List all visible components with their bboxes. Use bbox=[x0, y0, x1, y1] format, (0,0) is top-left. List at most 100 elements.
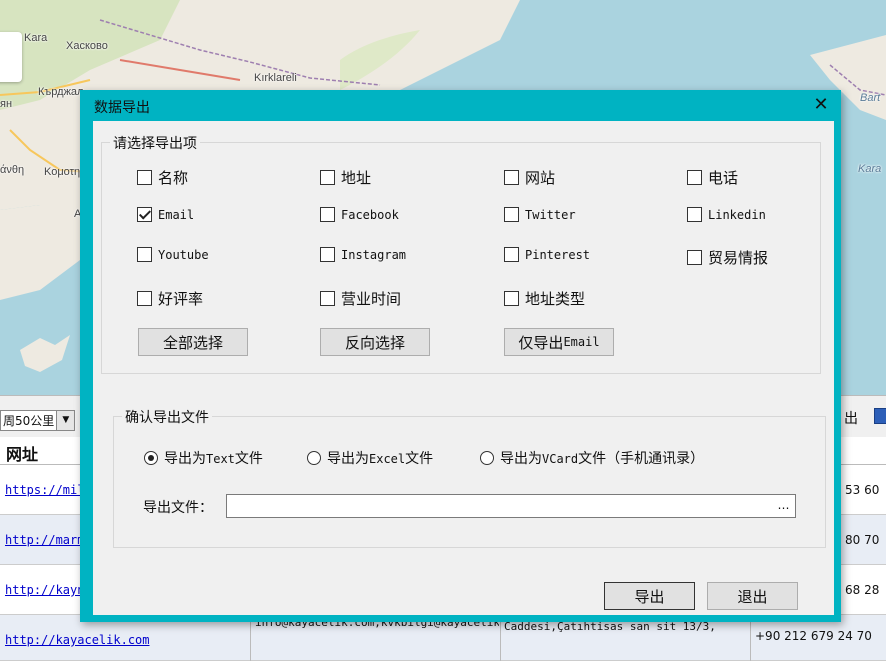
range-select[interactable]: 周50公里 ▼ bbox=[0, 410, 76, 431]
checkbox-hours[interactable]: 营业时间 bbox=[320, 288, 401, 309]
checkbox-label: Instagram bbox=[341, 247, 407, 262]
email-only-prefix: 仅导出 bbox=[518, 333, 564, 352]
dialog-title-bar[interactable]: 数据导出 ✕ bbox=[80, 90, 841, 121]
checkbox-label: Facebook bbox=[341, 207, 399, 222]
checkbox-label: 好评率 bbox=[158, 290, 204, 308]
phone-cell: 68 28 bbox=[845, 583, 880, 597]
map-label: Kırklareli bbox=[254, 72, 297, 84]
close-icon[interactable]: ✕ bbox=[807, 93, 835, 117]
invert-selection-label: 反向选择 bbox=[344, 333, 405, 352]
radio-label: 导出为Excel文件 bbox=[327, 451, 434, 467]
checkbox-box[interactable] bbox=[137, 291, 152, 306]
checkbox-rating[interactable]: 好评率 bbox=[137, 288, 203, 309]
email-cell: info@kayacelik.com,kvkbilgi@kayacelik.co… bbox=[255, 617, 499, 629]
checkbox-box[interactable] bbox=[320, 207, 335, 222]
map-control-card[interactable] bbox=[0, 32, 22, 82]
checkbox-trade-intel[interactable]: 贸易情报 bbox=[687, 247, 768, 268]
phone-cell: +90 212 679 24 70 bbox=[755, 629, 872, 643]
export-items-group: 请选择导出项 名称 地址 网站 电话 Email Facebook Twitte… bbox=[101, 133, 821, 374]
save-icon[interactable] bbox=[874, 408, 886, 424]
checkbox-box[interactable] bbox=[504, 247, 519, 262]
website-link[interactable]: https://milf bbox=[5, 483, 92, 497]
export-button[interactable]: 导出 bbox=[604, 582, 695, 610]
chevron-down-icon[interactable]: ▼ bbox=[56, 411, 75, 430]
checkbox-box[interactable] bbox=[320, 170, 335, 185]
email-only-button[interactable]: 仅导出 Email bbox=[504, 328, 614, 356]
export-dialog: 数据导出 ✕ 请选择导出项 名称 地址 网站 电话 Email Facebook… bbox=[80, 90, 841, 622]
checkbox-label: Pinterest bbox=[525, 247, 591, 262]
export-button-label: 导出 bbox=[634, 587, 665, 606]
radio-dot[interactable] bbox=[480, 451, 494, 465]
checkbox-box[interactable] bbox=[137, 247, 152, 262]
checkbox-phone[interactable]: 电话 bbox=[687, 167, 738, 188]
checkbox-label: 地址 bbox=[341, 169, 372, 187]
checkbox-label: Email bbox=[158, 207, 195, 222]
checkbox-facebook[interactable]: Facebook bbox=[320, 207, 399, 222]
checkbox-address-type[interactable]: 地址类型 bbox=[504, 288, 585, 309]
email-only-suffix: Email bbox=[563, 335, 600, 349]
exit-button[interactable]: 退出 bbox=[707, 582, 798, 610]
checkbox-linkedin[interactable]: Linkedin bbox=[687, 207, 766, 222]
checkbox-address[interactable]: 地址 bbox=[320, 167, 371, 188]
file-path-label: 导出文件： bbox=[143, 500, 213, 516]
checkbox-label: Youtube bbox=[158, 247, 209, 262]
checkbox-box[interactable] bbox=[687, 250, 702, 265]
checkbox-label: 地址类型 bbox=[525, 290, 586, 308]
website-link[interactable]: http://kayna bbox=[5, 583, 92, 597]
toolbar-export-label[interactable]: 出 bbox=[844, 408, 858, 428]
radio-export-text[interactable]: 导出为Text文件 bbox=[144, 448, 263, 468]
checkbox-box[interactable] bbox=[687, 207, 702, 222]
select-all-button[interactable]: 全部选择 bbox=[138, 328, 248, 356]
checkbox-label: 营业时间 bbox=[341, 290, 402, 308]
website-link[interactable]: http://marma bbox=[5, 533, 92, 547]
map-label: Хасково bbox=[66, 40, 108, 52]
export-file-group-title: 确认导出文件 bbox=[122, 407, 212, 427]
checkbox-box[interactable] bbox=[687, 170, 702, 185]
map-label: άνθη bbox=[0, 164, 25, 176]
dialog-title: 数据导出 bbox=[94, 100, 150, 116]
radio-export-vcard[interactable]: 导出为VCard文件（手机通讯录） bbox=[480, 448, 704, 468]
checkbox-box[interactable] bbox=[320, 247, 335, 262]
checkbox-label: Linkedin bbox=[708, 207, 766, 222]
exit-button-label: 退出 bbox=[737, 587, 768, 606]
checkbox-label: 贸易情报 bbox=[708, 249, 769, 267]
checkbox-box-checked[interactable] bbox=[137, 207, 152, 222]
checkbox-label: Twitter bbox=[525, 207, 576, 222]
checkbox-box[interactable] bbox=[137, 170, 152, 185]
map-label: Kara bbox=[858, 163, 882, 175]
radio-label: 导出为VCard文件（手机通讯录） bbox=[500, 451, 705, 467]
checkbox-box[interactable] bbox=[504, 170, 519, 185]
map-label: Кърджал bbox=[38, 86, 84, 98]
map-label: Kara bbox=[24, 32, 48, 44]
phone-cell: 53 60 bbox=[845, 483, 880, 497]
radio-dot[interactable] bbox=[307, 451, 321, 465]
column-header-website: 网址 bbox=[6, 445, 39, 464]
checkbox-name[interactable]: 名称 bbox=[137, 167, 188, 188]
website-link[interactable]: http://kayacelik.com bbox=[5, 633, 150, 647]
select-all-label: 全部选择 bbox=[162, 333, 223, 352]
checkbox-box[interactable] bbox=[504, 291, 519, 306]
checkbox-box[interactable] bbox=[320, 291, 335, 306]
dialog-body: 请选择导出项 名称 地址 网站 电话 Email Facebook Twitte… bbox=[93, 121, 834, 615]
checkbox-label: 电话 bbox=[708, 169, 739, 187]
radio-label: 导出为Text文件 bbox=[164, 451, 263, 467]
browse-button[interactable]: … bbox=[773, 496, 794, 516]
checkbox-box[interactable] bbox=[504, 207, 519, 222]
range-select-value: 周50公里 bbox=[3, 414, 55, 428]
radio-dot-selected[interactable] bbox=[144, 451, 158, 465]
map-label: ян bbox=[0, 98, 13, 110]
checkbox-label: 网站 bbox=[525, 169, 556, 187]
checkbox-pinterest[interactable]: Pinterest bbox=[504, 247, 590, 262]
checkbox-email[interactable]: Email bbox=[137, 207, 194, 222]
checkbox-twitter[interactable]: Twitter bbox=[504, 207, 576, 222]
invert-selection-button[interactable]: 反向选择 bbox=[320, 328, 430, 356]
checkbox-website[interactable]: 网站 bbox=[504, 167, 555, 188]
checkbox-label: 名称 bbox=[158, 169, 189, 187]
checkbox-instagram[interactable]: Instagram bbox=[320, 247, 406, 262]
export-file-group: 确认导出文件 导出为Text文件 导出为Excel文件 导出为VCard文件（手… bbox=[113, 407, 826, 548]
checkbox-youtube[interactable]: Youtube bbox=[137, 247, 209, 262]
map-label: Bart bbox=[860, 92, 881, 104]
file-path-input[interactable] bbox=[226, 494, 796, 518]
radio-export-excel[interactable]: 导出为Excel文件 bbox=[307, 448, 433, 468]
export-items-group-title: 请选择导出项 bbox=[110, 133, 200, 153]
